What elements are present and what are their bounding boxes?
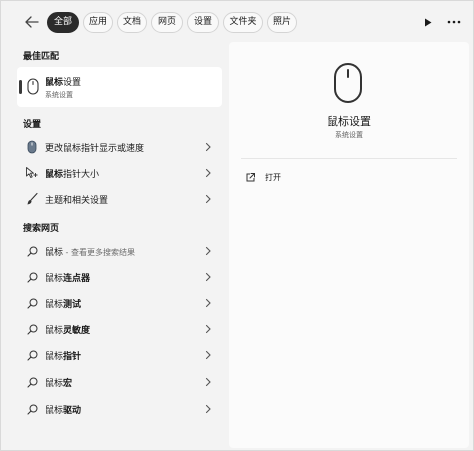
- result-label: 鼠标测试: [45, 300, 82, 310]
- result-label: 鼠标 - 查看更多搜索结果: [45, 248, 135, 258]
- tab-folders[interactable]: 文件夹: [223, 12, 263, 33]
- result-label: 鼠标连点器: [45, 274, 91, 284]
- mouse-icon: [27, 140, 37, 154]
- web-result-mouse[interactable]: 鼠标 - 查看更多搜索结果: [17, 240, 222, 262]
- more-filters-button[interactable]: [420, 14, 436, 30]
- tab-web[interactable]: 网页: [151, 12, 183, 33]
- search-icon: [26, 298, 37, 309]
- chevron-right-icon: [205, 246, 211, 256]
- chevron-right-icon: [205, 298, 211, 308]
- result-label: 鼠标灵敏度: [45, 326, 91, 336]
- result-label: 鼠标驱动: [45, 406, 82, 416]
- search-panel: 全部 应用 文档 网页 设置 文件夹 照片 最佳匹配 鼠标设置 系统设置 设置: [0, 0, 474, 451]
- chevron-right-icon: [205, 168, 211, 178]
- result-label: 主题和相关设置: [45, 196, 109, 206]
- tab-settings[interactable]: 设置: [187, 12, 219, 33]
- divider: [241, 158, 457, 159]
- chevron-right-icon: [205, 142, 211, 152]
- preview-title: 鼠标设置: [327, 115, 371, 128]
- open-action[interactable]: 打开: [243, 168, 443, 188]
- web-result-pointer[interactable]: 鼠标指针: [17, 344, 222, 366]
- selection-indicator: [19, 80, 22, 94]
- web-search-heading: 搜索网页: [23, 224, 60, 234]
- brush-icon: [27, 192, 38, 205]
- pointer-size-icon: [26, 167, 38, 178]
- web-result-test[interactable]: 鼠标测试: [17, 292, 222, 314]
- search-icon: [26, 246, 37, 257]
- settings-result-themes[interactable]: 主题和相关设置: [17, 188, 222, 210]
- search-icon: [26, 350, 37, 361]
- chevron-right-icon: [205, 272, 211, 282]
- tab-documents[interactable]: 文档: [117, 12, 147, 33]
- settings-result-pointer-speed[interactable]: 更改鼠标指针显示或速度: [17, 136, 222, 158]
- tab-apps[interactable]: 应用: [83, 12, 113, 33]
- web-result-sensitivity[interactable]: 鼠标灵敏度: [17, 318, 222, 340]
- mouse-icon: [334, 63, 362, 103]
- tab-photos[interactable]: 照片: [267, 12, 297, 33]
- more-options-button[interactable]: [445, 14, 463, 30]
- open-action-label: 打开: [265, 173, 281, 182]
- filter-bar: 全部 应用 文档 网页 设置 文件夹 照片: [1, 1, 474, 41]
- best-match-result[interactable]: 鼠标设置 系统设置: [17, 67, 222, 107]
- settings-heading: 设置: [23, 120, 42, 130]
- play-icon: [425, 18, 432, 26]
- mouse-icon: [27, 78, 39, 95]
- result-label: 鼠标指针大小: [45, 170, 100, 180]
- chevron-right-icon: [205, 377, 211, 387]
- best-match-heading: 最佳匹配: [23, 52, 60, 62]
- tab-all[interactable]: 全部: [47, 12, 79, 33]
- preview-subtitle: 系统设置: [335, 131, 363, 139]
- more-horizontal-icon: [447, 20, 461, 24]
- web-result-driver[interactable]: 鼠标驱动: [17, 398, 222, 420]
- web-result-clicker[interactable]: 鼠标连点器: [17, 266, 222, 288]
- web-result-macro[interactable]: 鼠标宏: [17, 371, 222, 393]
- chevron-right-icon: [205, 324, 211, 334]
- best-match-subtitle: 系统设置: [45, 91, 73, 99]
- search-icon: [26, 404, 37, 415]
- open-external-icon: [246, 173, 255, 182]
- search-icon: [26, 377, 37, 388]
- result-label: 鼠标指针: [45, 352, 82, 362]
- back-button[interactable]: [21, 11, 43, 33]
- chevron-right-icon: [205, 194, 211, 204]
- chevron-right-icon: [205, 404, 211, 414]
- search-icon: [26, 272, 37, 283]
- preview-pane: 鼠标设置 系统设置 打开: [229, 42, 469, 448]
- result-label: 更改鼠标指针显示或速度: [45, 144, 145, 154]
- best-match-title: 鼠标设置: [45, 78, 82, 88]
- settings-result-pointer-size[interactable]: 鼠标指针大小: [17, 162, 222, 184]
- search-icon: [26, 324, 37, 335]
- result-label: 鼠标宏: [45, 379, 73, 389]
- back-arrow-icon: [25, 16, 39, 28]
- chevron-right-icon: [205, 350, 211, 360]
